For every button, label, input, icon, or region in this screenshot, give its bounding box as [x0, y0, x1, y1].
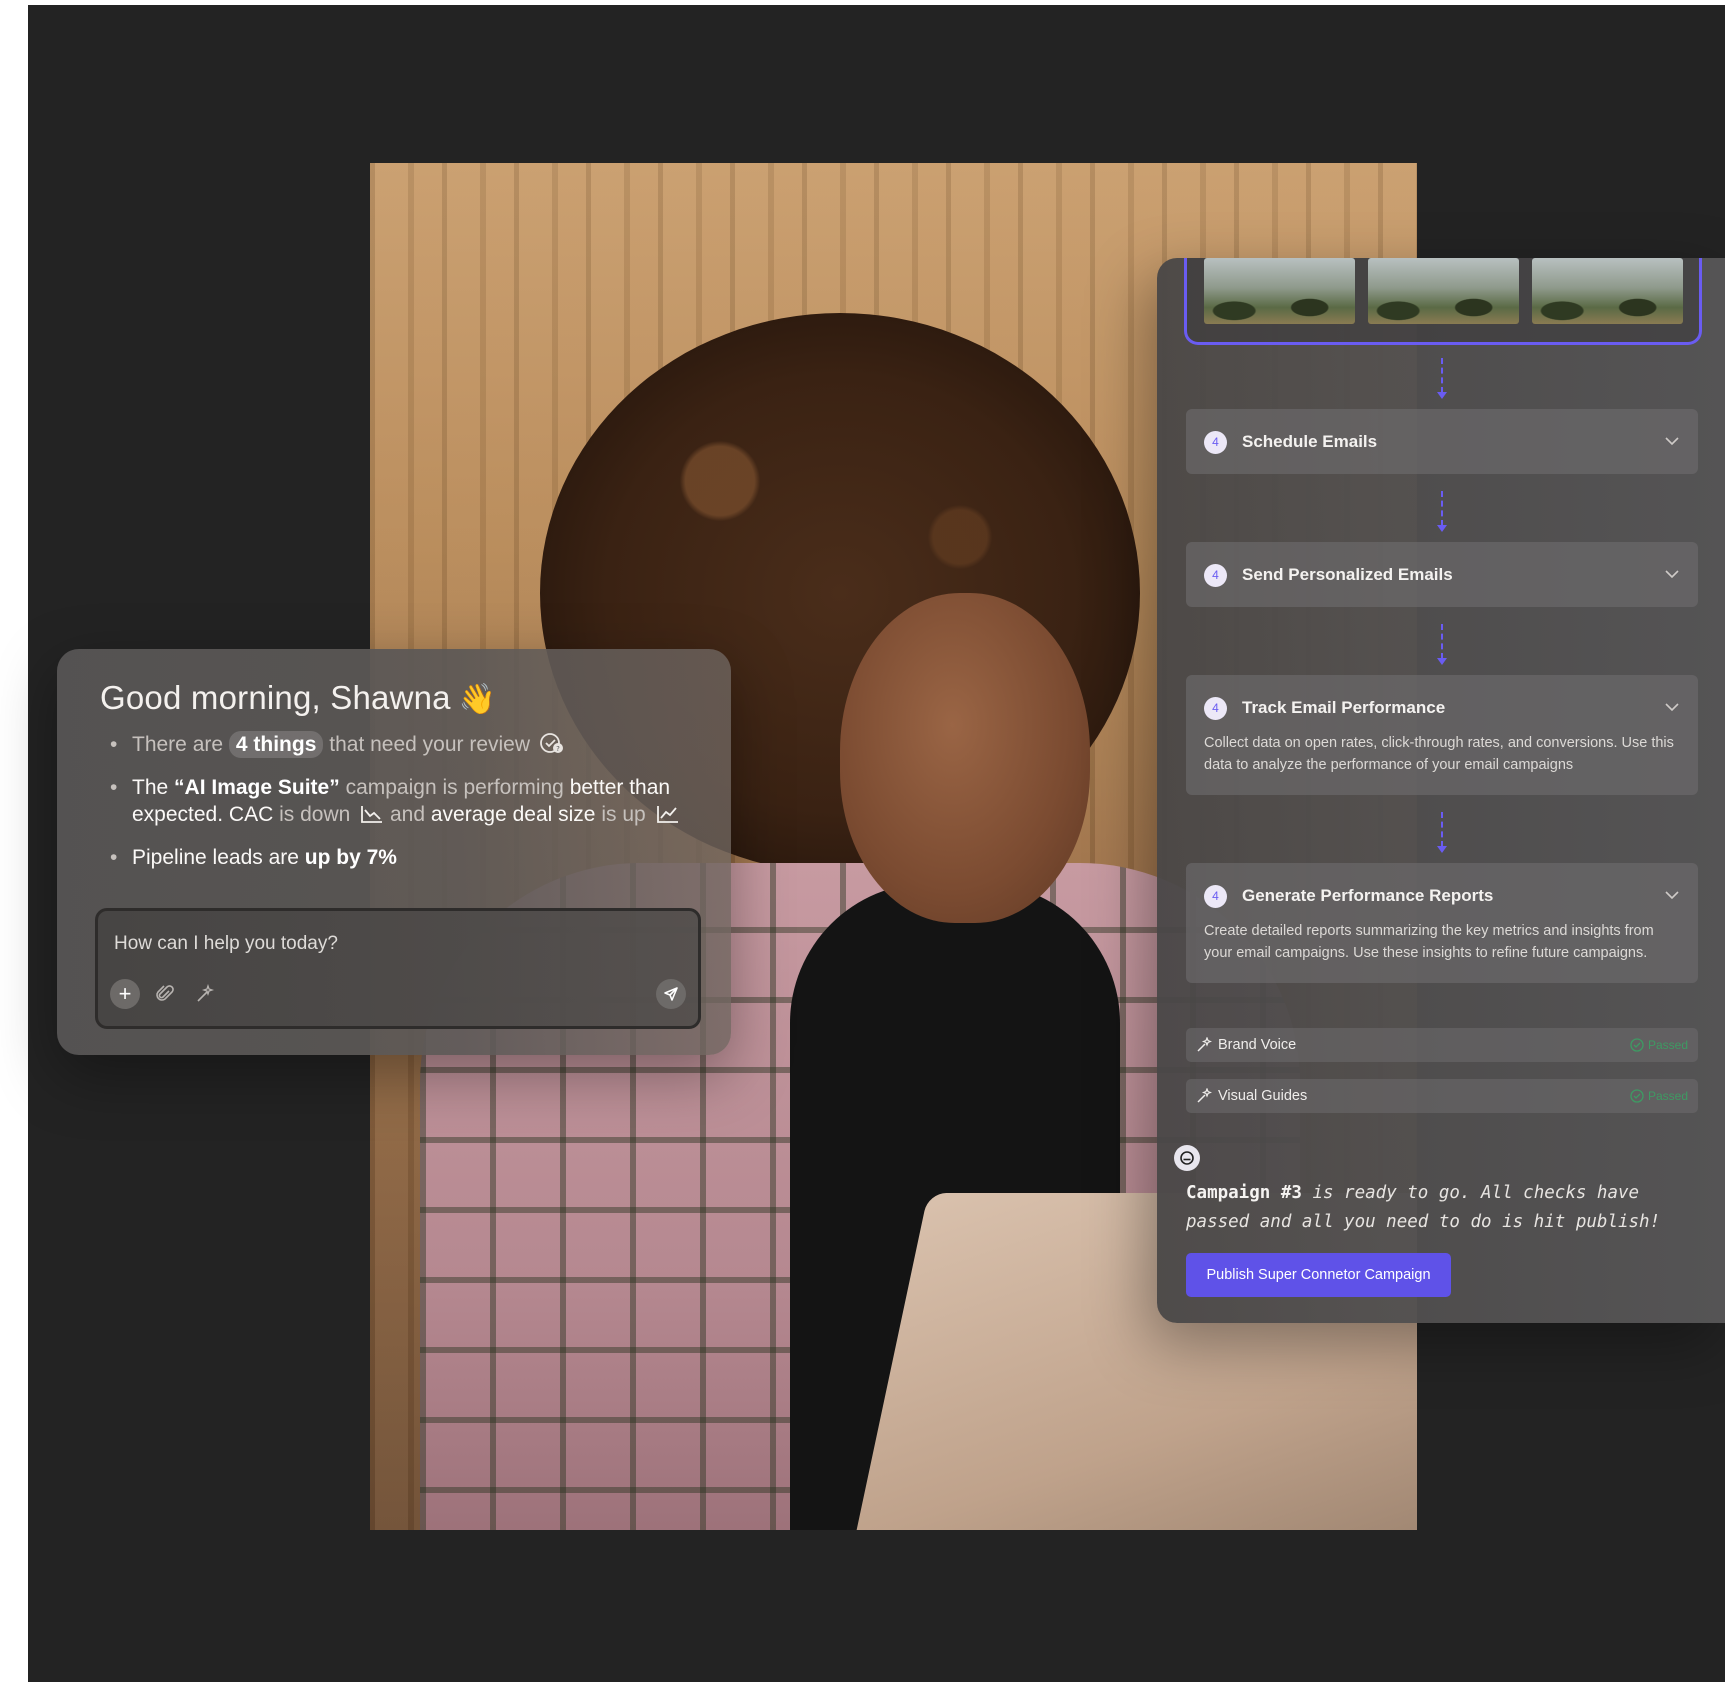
step-title: Generate Performance Reports: [1242, 886, 1494, 905]
photo-face: [840, 593, 1090, 923]
magic-wand-icon[interactable]: [190, 979, 220, 1009]
image-thumbnail[interactable]: [1368, 258, 1519, 324]
review-count-pill[interactable]: 4 things: [228, 731, 324, 758]
image-thumbnail[interactable]: [1532, 258, 1683, 324]
workflow-step-generate-performance-reports[interactable]: 4 Generate Performance Reports Create de…: [1186, 863, 1698, 983]
summary-item-campaign: The “AI Image Suite” campaign is perform…: [110, 774, 702, 831]
check-brand-voice[interactable]: Brand Voice Passed: [1186, 1028, 1698, 1062]
add-button[interactable]: +: [110, 979, 140, 1009]
check-circle-icon: [1630, 1089, 1644, 1103]
magic-wand-icon: [1196, 1037, 1212, 1053]
step-number: 4: [1204, 884, 1227, 908]
campaign-workflow-panel: 4 Schedule Emails 4 Send Personalized Em…: [1157, 258, 1725, 1323]
step-number: 4: [1204, 563, 1227, 587]
send-icon[interactable]: [656, 979, 686, 1009]
check-badge-icon: ?: [539, 732, 564, 761]
magic-wand-icon: [1196, 1088, 1212, 1104]
input-toolbar: +: [110, 979, 220, 1009]
image-thumbnail[interactable]: [1204, 258, 1355, 324]
waving-hand-icon: 👋: [458, 683, 497, 716]
flow-connector: [1437, 624, 1447, 665]
trend-down-icon: [360, 804, 384, 831]
step-description: Create detailed reports summarizing the …: [1204, 923, 1654, 961]
chevron-down-icon[interactable]: [1664, 699, 1680, 717]
flow-connector: [1437, 358, 1447, 399]
check-status: Passed: [1630, 1089, 1688, 1103]
assistant-message: Campaign #3 is ready to go. All checks h…: [1186, 1183, 1661, 1232]
workflow-step-track-email-performance[interactable]: 4 Track Email Performance Collect data o…: [1186, 675, 1698, 795]
bot-avatar-icon: [1174, 1145, 1200, 1171]
assistant-greeting-card: Good morning, Shawna👋 There are 4 things…: [57, 649, 731, 1055]
chat-input[interactable]: How can I help you today? +: [95, 908, 701, 1029]
generated-images-strip[interactable]: [1184, 258, 1702, 345]
paperclip-icon[interactable]: [150, 979, 180, 1009]
flow-connector: [1437, 491, 1447, 532]
summary-list: There are 4 things that need your review…: [110, 731, 702, 884]
trend-up-icon: [656, 804, 680, 831]
check-label: Visual Guides: [1218, 1088, 1308, 1104]
flow-connector: [1437, 812, 1447, 853]
chevron-down-icon[interactable]: [1664, 433, 1680, 451]
step-title: Schedule Emails: [1242, 432, 1378, 451]
svg-text:?: ?: [556, 745, 560, 753]
chevron-down-icon[interactable]: [1664, 887, 1680, 905]
step-number: 4: [1204, 430, 1227, 454]
workflow-step-schedule-emails[interactable]: 4 Schedule Emails: [1186, 409, 1698, 474]
check-visual-guides[interactable]: Visual Guides Passed: [1186, 1079, 1698, 1113]
check-circle-icon: [1630, 1038, 1644, 1052]
summary-item-review: There are 4 things that need your review…: [110, 731, 702, 761]
step-title: Send Personalized Emails: [1242, 565, 1453, 584]
chat-input-placeholder[interactable]: How can I help you today?: [114, 933, 338, 955]
chevron-down-icon[interactable]: [1664, 566, 1680, 584]
workflow-step-send-personalized-emails[interactable]: 4 Send Personalized Emails: [1186, 542, 1698, 607]
summary-item-pipeline: Pipeline leads are up by 7%: [110, 844, 702, 871]
check-status: Passed: [1630, 1038, 1688, 1052]
step-title: Track Email Performance: [1242, 698, 1446, 717]
publish-campaign-button[interactable]: Publish Super Connetor Campaign: [1186, 1253, 1451, 1297]
step-description: Collect data on open rates, click-throug…: [1204, 735, 1674, 773]
campaign-name: “AI Image Suite”: [174, 776, 340, 799]
greeting-title: Good morning, Shawna 👋: [100, 679, 497, 716]
check-label: Brand Voice: [1218, 1037, 1297, 1053]
step-number: 4: [1204, 696, 1227, 720]
